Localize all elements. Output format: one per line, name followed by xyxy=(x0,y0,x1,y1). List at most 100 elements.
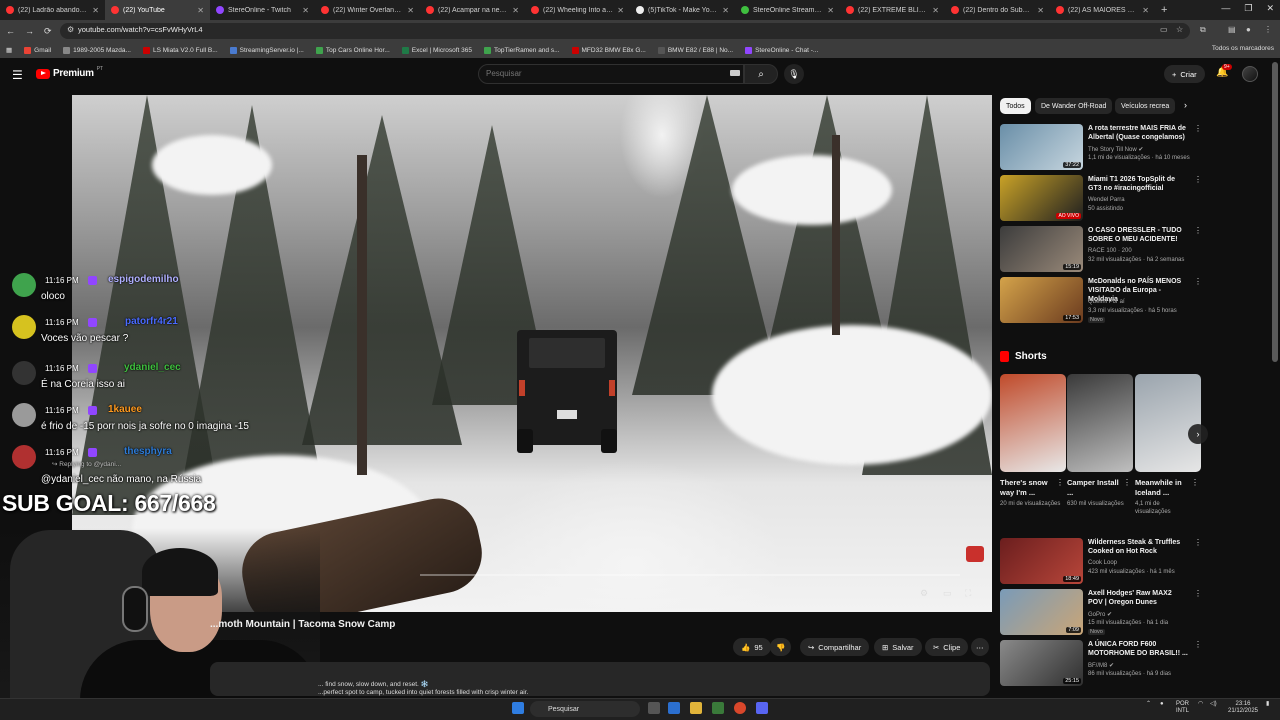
tab-close-icon[interactable]: ✕ xyxy=(512,6,519,15)
tray-chevron-icon[interactable]: ⌃ xyxy=(1146,701,1151,708)
youtube-logo[interactable]: Premium PT xyxy=(36,66,103,79)
site-info-icon[interactable]: ⚙ xyxy=(67,25,74,34)
keyboard-icon[interactable] xyxy=(730,70,740,76)
file-explorer-icon[interactable] xyxy=(690,702,702,714)
more-options-icon[interactable]: ⋮ xyxy=(1194,226,1202,235)
share-button[interactable]: ↪ Compartilhar xyxy=(800,638,870,656)
hamburger-menu-icon[interactable]: ☰ xyxy=(12,68,23,82)
maximize-icon[interactable]: ❐ xyxy=(1244,3,1252,14)
volume-icon[interactable]: ◁) xyxy=(1210,701,1217,708)
address-bar[interactable] xyxy=(60,23,1190,39)
store-icon[interactable] xyxy=(712,702,724,714)
clock[interactable]: 23:16 21/12/2025 xyxy=(1226,701,1260,715)
short-title[interactable]: There's snow way I'm ... xyxy=(1000,478,1056,497)
discord-icon[interactable] xyxy=(756,702,768,714)
browser-tab[interactable]: StereOnline Stream - Wat ✕ xyxy=(735,0,840,20)
dislike-button[interactable]: 👎 xyxy=(770,638,792,656)
new-tab-icon[interactable]: + xyxy=(1155,4,1173,16)
video-thumbnail[interactable]: AO VIVO xyxy=(1000,175,1083,221)
more-options-icon[interactable]: ⋮ xyxy=(1194,538,1202,547)
fullscreen-icon[interactable]: ⛶ xyxy=(965,588,971,599)
tab-close-icon[interactable]: ✕ xyxy=(827,6,834,15)
reload-icon[interactable]: ⟳ xyxy=(44,26,52,37)
channel-name[interactable]: GoPro ✔ xyxy=(1088,611,1112,618)
tab-close-icon[interactable]: ✕ xyxy=(92,6,99,15)
short-title[interactable]: Meanwhile in Iceland ... xyxy=(1135,478,1191,497)
channel-name[interactable]: Wendel Parra xyxy=(1088,197,1125,203)
more-options-icon[interactable]: ⋮ xyxy=(1194,640,1202,649)
task-view-icon[interactable] xyxy=(648,702,660,714)
tray-app-icon[interactable]: ● xyxy=(1160,701,1164,708)
bookmark-item[interactable]: StreamingServer.io |... xyxy=(229,46,304,54)
video-title[interactable]: O CASO DRESSLER - TUDO SOBRE O MEU ACIDE… xyxy=(1088,226,1188,244)
more-actions-button[interactable]: ⋯ xyxy=(971,638,989,656)
tab-close-icon[interactable]: ✕ xyxy=(1142,6,1149,15)
browser-tab[interactable]: (22) Wheeling Into a Swe ✕ xyxy=(525,0,630,20)
like-button[interactable]: 👍 95 xyxy=(733,638,771,656)
bookmark-item[interactable]: BMW E82 / E88 | No... xyxy=(657,46,733,54)
video-title[interactable]: Axell Hodges' Raw MAX2 POV | Oregon Dune… xyxy=(1088,589,1188,607)
browser-tab[interactable]: (22) Acampar na neve for ✕ xyxy=(420,0,525,20)
video-title[interactable]: A ÚNICA FORD F600 MOTORHOME DO BRASIL!! … xyxy=(1088,640,1188,658)
windows-start-icon[interactable] xyxy=(512,702,524,714)
recommended-video[interactable]: 17:53 McDonalds no PAÍS MENOS VISITADO da… xyxy=(1000,277,1202,323)
sidebar-icon[interactable]: ▤ xyxy=(1228,25,1236,34)
apps-icon[interactable]: ▦ xyxy=(6,46,12,54)
video-thumbnail[interactable]: 18:49 xyxy=(1000,538,1083,584)
bookmark-item[interactable]: MFD32 BMW E8x G... xyxy=(571,46,646,54)
edge-icon[interactable] xyxy=(668,702,680,714)
video-thumbnail[interactable]: 17:53 xyxy=(1000,277,1083,323)
tab-close-icon[interactable]: ✕ xyxy=(932,6,939,15)
video-thumbnail[interactable]: 25:15 xyxy=(1000,640,1083,686)
page-scrollbar[interactable] xyxy=(1272,62,1278,362)
recommended-video[interactable]: 7:09 Axell Hodges' Raw MAX2 POV | Oregon … xyxy=(1000,589,1202,635)
recommended-video[interactable]: 15:19 O CASO DRESSLER - TUDO SOBRE O MEU … xyxy=(1000,226,1202,272)
more-options-icon[interactable]: ⋮ xyxy=(1194,589,1202,598)
browser-menu-icon[interactable]: ⋮ xyxy=(1264,25,1272,34)
filter-chip[interactable]: Todos xyxy=(1000,98,1031,114)
tab-close-icon[interactable]: ✕ xyxy=(302,6,309,15)
back-icon[interactable]: ← xyxy=(6,26,15,36)
recommended-video[interactable]: 37:22 A rota terrestre MAIS FRIA de Alber… xyxy=(1000,124,1202,170)
miniplayer-icon[interactable]: ▭ xyxy=(943,588,952,599)
channel-name[interactable]: Cook Loop xyxy=(1088,560,1117,566)
video-title[interactable]: A rota terrestre MAIS FRIA de Albertal (… xyxy=(1088,124,1188,142)
filter-chip[interactable]: Veículos recrea xyxy=(1115,98,1176,114)
cast-icon[interactable]: ▭ xyxy=(1160,25,1168,34)
bookmark-item[interactable]: Top Cars Online Hor... xyxy=(315,46,390,54)
tab-close-icon[interactable]: ✕ xyxy=(617,6,624,15)
more-options-icon[interactable]: ⋮ xyxy=(1194,277,1202,286)
browser-tab[interactable]: (22) Winter Overlanding I✕ xyxy=(315,0,420,20)
tab-close-icon[interactable]: ✕ xyxy=(197,6,204,15)
url-text[interactable]: youtube.com/watch?v=csFvWHyVrL4 xyxy=(78,25,203,34)
bookmark-item[interactable]: Gmail xyxy=(24,46,51,54)
short-thumbnail[interactable] xyxy=(1067,374,1133,472)
tab-close-icon[interactable]: ✕ xyxy=(1037,6,1044,15)
short-thumbnail[interactable] xyxy=(1000,374,1066,472)
create-button[interactable]: + Criar xyxy=(1164,65,1205,83)
video-thumbnail[interactable]: 7:09 xyxy=(1000,589,1083,635)
browser-tab[interactable]: (22) Ladrão abandona mu ✕ xyxy=(0,0,105,20)
profile-icon[interactable]: ● xyxy=(1246,25,1251,34)
input-language[interactable]: POR INTL xyxy=(1176,701,1189,715)
tab-close-icon[interactable]: ✕ xyxy=(407,6,414,15)
filter-chip[interactable]: De Wander Off-Road xyxy=(1035,98,1113,114)
channel-name[interactable]: BF//M8 ✔ xyxy=(1088,662,1114,669)
more-options-icon[interactable]: ⋮ xyxy=(1194,175,1202,184)
browser-tab[interactable]: (22) Dentro do Submundo ✕ xyxy=(945,0,1050,20)
more-options-icon[interactable]: ⋮ xyxy=(1194,124,1202,133)
short-thumbnail[interactable] xyxy=(1135,374,1201,472)
more-options-icon[interactable]: ⋮ xyxy=(1056,478,1064,487)
browser-tab[interactable]: (5)TikTok - Make Your Day ✕ xyxy=(630,0,735,20)
chrome-icon[interactable] xyxy=(734,702,746,714)
save-button[interactable]: ⊞ Salvar xyxy=(874,638,922,656)
browser-tab[interactable]: (22) AS MAIORES QUEDA✕ xyxy=(1050,0,1155,20)
bookmark-item[interactable]: LS Miata V2.0 Full B... xyxy=(142,46,218,54)
video-title[interactable]: Wilderness Steak & Truffles Cooked on Ho… xyxy=(1088,538,1188,556)
forward-icon[interactable]: → xyxy=(25,26,34,36)
bookmark-item[interactable]: 1989-2005 Mazda... xyxy=(63,46,131,54)
wifi-icon[interactable]: ◠ xyxy=(1198,701,1203,708)
bookmark-item[interactable]: Excel | Microsoft 365 xyxy=(401,46,472,54)
minimize-icon[interactable]: — xyxy=(1221,3,1230,14)
voice-search-button[interactable]: 🎙 xyxy=(784,64,804,84)
